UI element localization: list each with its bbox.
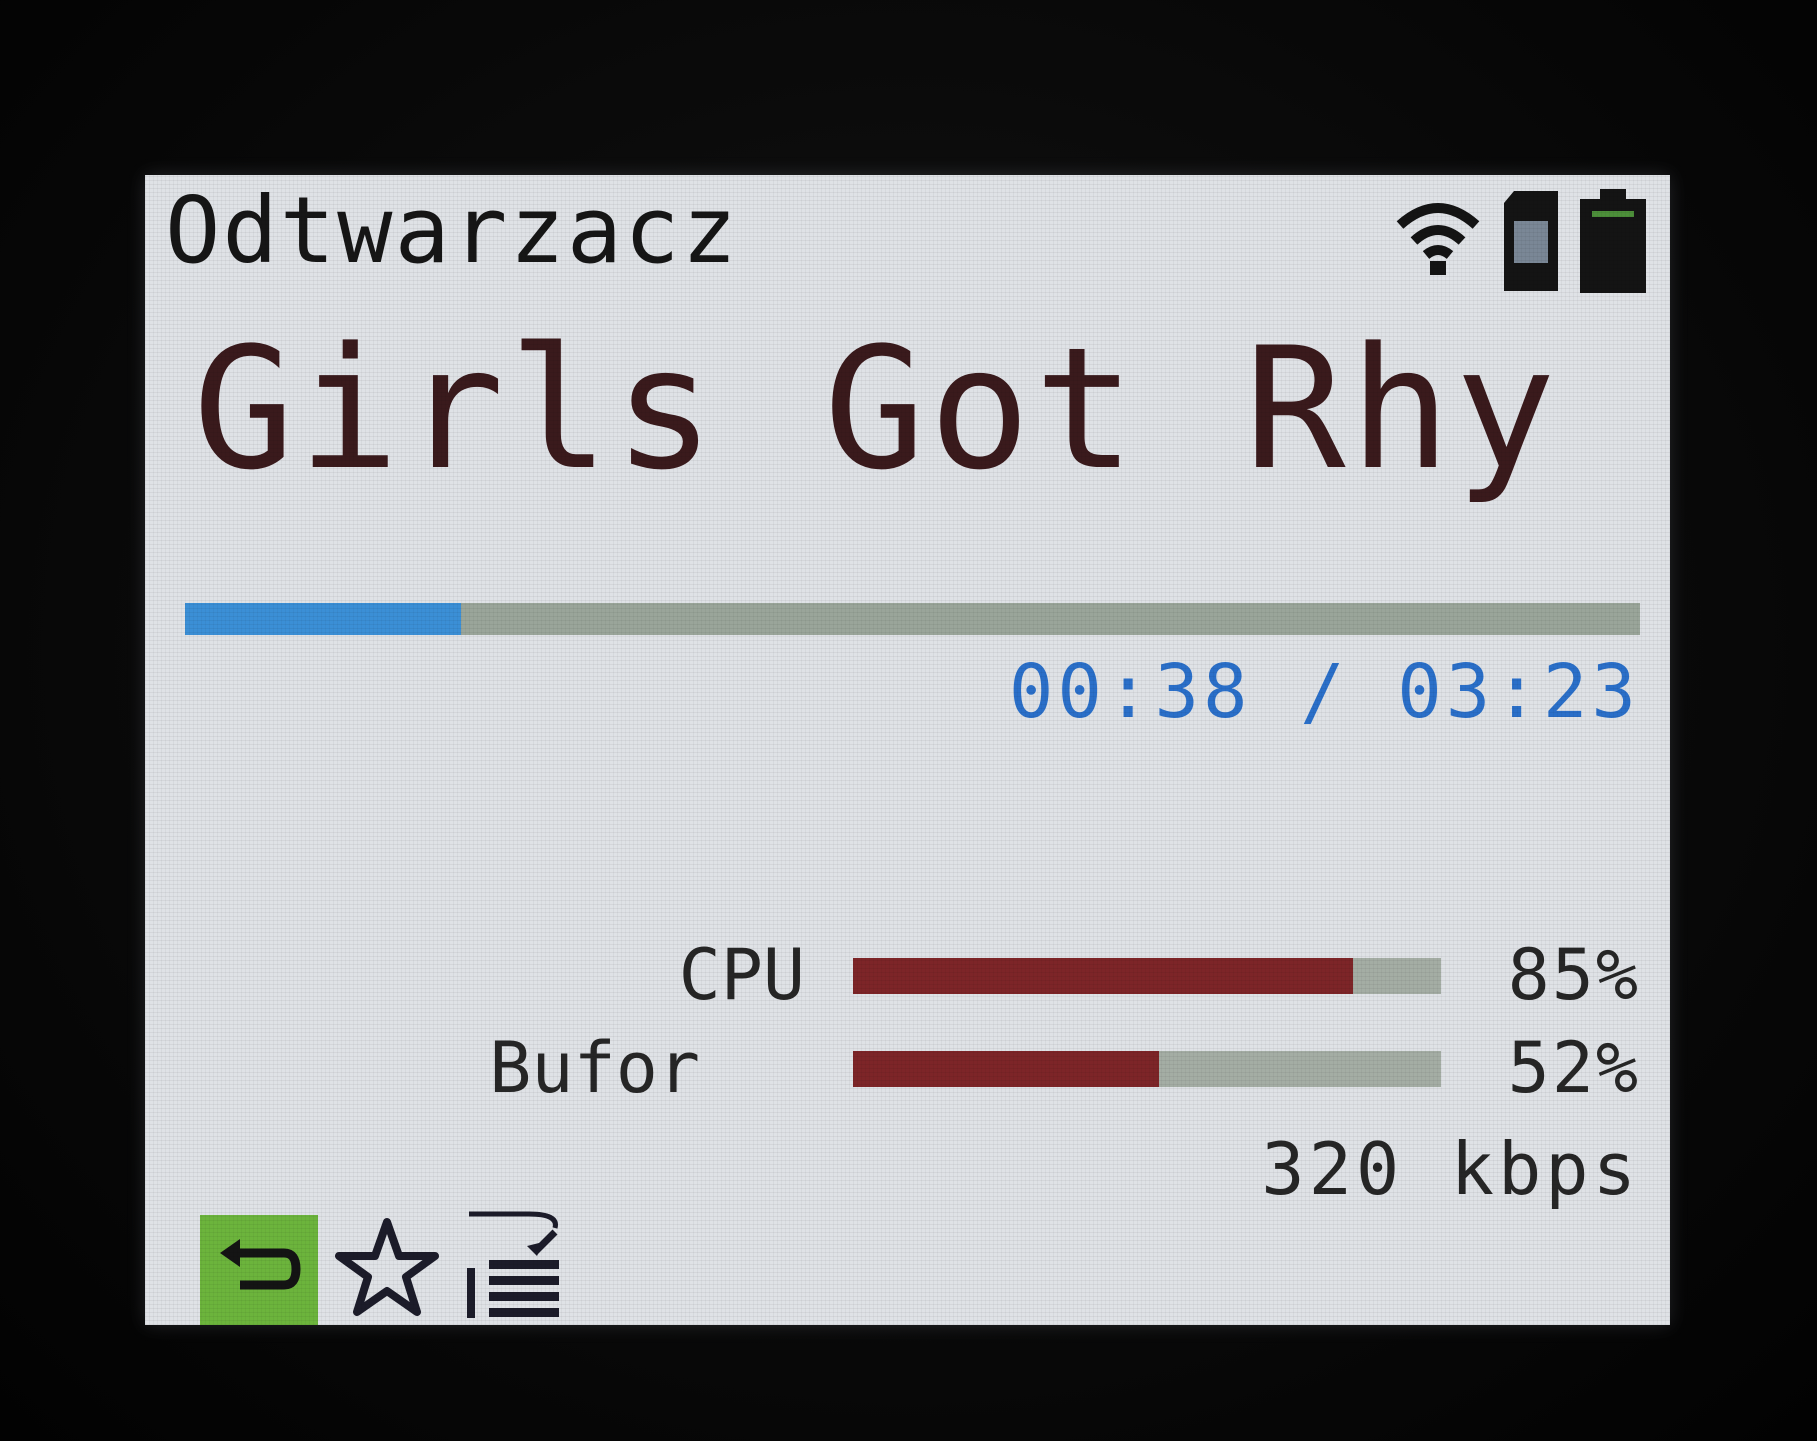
cpu-meter bbox=[853, 958, 1441, 994]
add-to-playlist-icon bbox=[459, 1208, 571, 1326]
battery-icon bbox=[1578, 189, 1648, 298]
add-to-playlist-button[interactable] bbox=[456, 1211, 574, 1325]
buffer-label: Bufor bbox=[489, 1027, 700, 1109]
playback-progress-fill bbox=[185, 603, 462, 635]
time-display: 00:38 / 03:23 bbox=[1008, 649, 1640, 735]
back-icon bbox=[214, 1233, 304, 1308]
buffer-meter-fill bbox=[853, 1051, 1159, 1087]
buffer-meter bbox=[853, 1051, 1441, 1087]
favorite-button[interactable] bbox=[328, 1215, 446, 1325]
cpu-label: CPU bbox=[678, 934, 805, 1016]
cpu-meter-fill bbox=[853, 958, 1353, 994]
buffer-value: 52% bbox=[1507, 1027, 1640, 1109]
bitrate: 320 kbps bbox=[1261, 1127, 1640, 1211]
sd-card-icon bbox=[1500, 189, 1562, 298]
cpu-value: 85% bbox=[1507, 934, 1640, 1016]
status-bar bbox=[1392, 189, 1648, 298]
app-title: Odtwarzacz bbox=[165, 177, 739, 284]
back-button[interactable] bbox=[200, 1215, 318, 1325]
bottom-toolbar bbox=[200, 1205, 574, 1325]
player-screen: Odtwarzacz Girls Got Rhy 00:38 / 03:23 C… bbox=[145, 175, 1670, 1325]
playback-progress-bar[interactable] bbox=[185, 603, 1640, 635]
star-icon bbox=[335, 1216, 439, 1325]
wifi-icon bbox=[1392, 189, 1484, 286]
track-title: Girls Got Rhy bbox=[193, 311, 1560, 507]
